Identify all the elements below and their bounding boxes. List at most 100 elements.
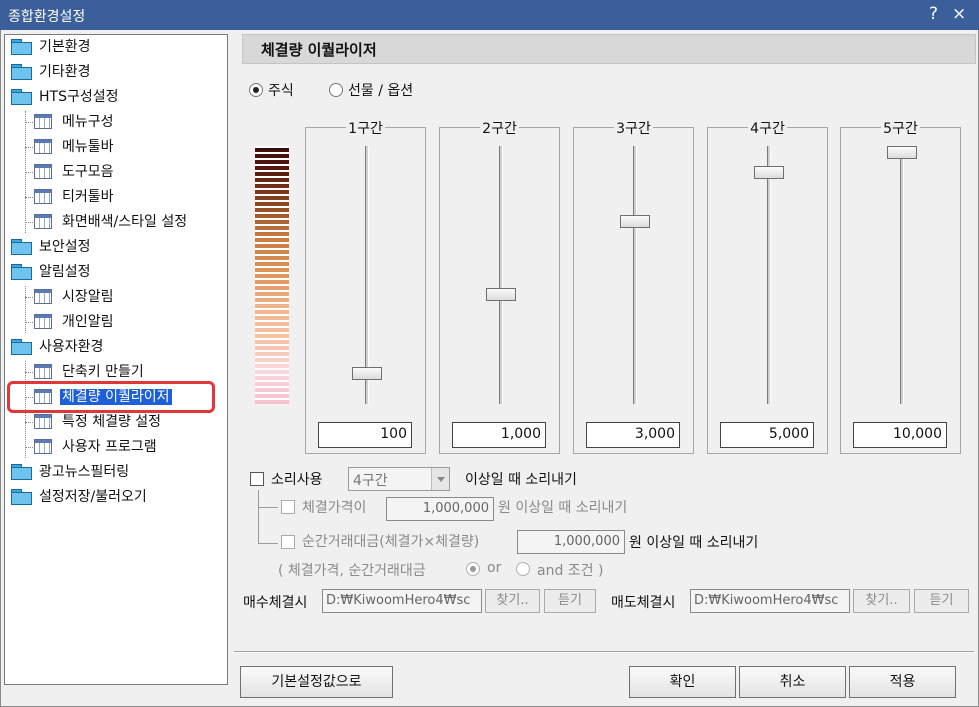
amount-sound-checkbox[interactable] (281, 535, 295, 549)
amount-suffix-label: 원 이상일 때 소리내기 (629, 535, 759, 551)
tree-item[interactable]: 화면배색/스타일 설정 (25, 211, 189, 233)
chevron-down-icon[interactable] (431, 468, 449, 490)
tree-item[interactable]: 기타환경 (11, 61, 93, 83)
section-value-input[interactable]: 100 (318, 422, 412, 448)
tree-item-label: HTS구성설정 (39, 89, 119, 105)
folder-icon (11, 489, 32, 505)
and-condition-radio[interactable] (516, 562, 530, 576)
tree-item[interactable]: 사용자환경 (11, 336, 105, 358)
panel-header: 체결량 이퀄라이저 (242, 34, 976, 64)
sell-listen-button[interactable]: 듣기 (914, 589, 969, 613)
tree-item[interactable]: 티커툴바 (25, 186, 116, 208)
tree-connector (258, 490, 278, 508)
tree-item[interactable]: 메뉴구성 (25, 111, 116, 133)
tree-item-label: 사용자 프로그램 (62, 439, 157, 455)
tree-item[interactable]: 메뉴툴바 (25, 136, 116, 158)
folder-icon (11, 239, 32, 255)
section-title: 4구간 (708, 118, 827, 138)
reset-defaults-button[interactable]: 기본설정값으로 (240, 666, 393, 698)
apply-button[interactable]: 적용 (849, 666, 956, 698)
tree-item[interactable]: 기본환경 (11, 36, 93, 58)
close-icon[interactable]: × (952, 4, 966, 24)
tree-item[interactable]: 체결량 이퀄라이저 (25, 386, 172, 408)
slider-thumb[interactable] (887, 146, 917, 159)
section-value-input[interactable]: 3,000 (586, 422, 680, 448)
buy-sound-label: 매수체결시 (243, 595, 308, 611)
tree-item-label: 설정저장/불러오기 (39, 489, 147, 505)
stock-radio[interactable] (249, 83, 263, 97)
sound-section-select[interactable]: 4구간 (348, 467, 450, 491)
folder-icon (11, 64, 32, 80)
sell-sound-label: 매도체결시 (611, 595, 676, 611)
ok-button[interactable]: 확인 (629, 666, 736, 698)
tree-item[interactable]: 도구모음 (25, 161, 116, 183)
stock-radio-label: 주식 (268, 83, 294, 99)
section-value-input[interactable]: 5,000 (720, 422, 814, 448)
page-icon (34, 164, 52, 179)
sound-suffix-label: 이상일 때 소리내기 (465, 472, 577, 488)
tree-item[interactable]: HTS구성설정 (11, 86, 121, 108)
sell-find-button[interactable]: 찾기.. (853, 589, 910, 613)
tree-item[interactable]: 단축키 만들기 (25, 361, 146, 383)
or-condition-label: or (487, 560, 502, 576)
section-group: 5구간 10,000 (840, 121, 961, 454)
page-icon (34, 189, 52, 204)
sound-use-checkbox[interactable] (250, 472, 264, 486)
sound-section-value: 4구간 (353, 473, 388, 489)
tree-connector (25, 322, 35, 323)
folder-icon (11, 39, 32, 55)
price-threshold-input[interactable]: 1,000,000 (386, 497, 494, 521)
tree-item[interactable]: 사용자 프로그램 (25, 436, 159, 458)
folder-icon (11, 339, 32, 355)
page-icon (34, 114, 52, 129)
tree-item[interactable]: 특정 체결량 설정 (25, 411, 163, 433)
slider-thumb[interactable] (754, 165, 784, 179)
tree-item[interactable]: 보안설정 (11, 236, 93, 258)
tree-item[interactable]: 광고뉴스필터링 (11, 461, 131, 483)
slider-track[interactable] (767, 146, 771, 404)
tree-item-label: 알림설정 (39, 264, 91, 280)
page-icon (34, 389, 52, 404)
slider-thumb[interactable] (486, 288, 516, 302)
page-icon (34, 314, 52, 329)
section-value-input[interactable]: 1,000 (452, 422, 546, 448)
slider-track[interactable] (499, 146, 503, 404)
cancel-button[interactable]: 취소 (739, 666, 846, 698)
footer-divider (234, 651, 974, 653)
folder-icon (11, 264, 32, 280)
price-sound-checkbox[interactable] (281, 500, 295, 514)
tree-item-label: 체결량 이퀄라이저 (60, 389, 172, 405)
slider-thumb[interactable] (620, 214, 650, 228)
folder-icon (11, 464, 32, 480)
slider-thumb[interactable] (352, 366, 382, 380)
slider-track[interactable] (633, 146, 637, 404)
tree-item-label: 티커툴바 (62, 189, 114, 205)
buy-sound-path-input[interactable]: D:₩KiwoomHero4₩sc (322, 589, 482, 613)
panel-title: 체결량 이퀄라이저 (261, 41, 377, 59)
tree-item[interactable]: 설정저장/불러오기 (11, 486, 149, 508)
slider-track[interactable] (900, 146, 904, 404)
tree-item[interactable]: 개인알림 (25, 311, 116, 333)
buy-find-button[interactable]: 찾기.. (485, 589, 540, 613)
slider-track[interactable] (365, 146, 369, 404)
futures-options-radio[interactable] (329, 83, 343, 97)
page-icon (34, 439, 52, 454)
futures-options-radio-label: 선물 / 옵션 (348, 83, 414, 99)
tree-item[interactable]: 시장알림 (25, 286, 116, 308)
sell-sound-path-input[interactable]: D:₩KiwoomHero4₩sc (690, 589, 850, 613)
or-condition-radio[interactable] (466, 562, 480, 576)
tree-connector (25, 297, 35, 298)
tree-item-label: 특정 체결량 설정 (62, 414, 162, 430)
tree-connector (25, 172, 35, 173)
section-title-text: 1구간 (346, 121, 385, 137)
section-value-input[interactable]: 10,000 (853, 422, 947, 448)
buy-listen-button[interactable]: 듣기 (544, 589, 596, 613)
price-sound-label: 체결가격이 (302, 500, 367, 516)
tree-connector (25, 122, 35, 123)
tree-item[interactable]: 알림설정 (11, 261, 93, 283)
amount-sound-label: 순간거래대금(체결가×체결량) (302, 534, 480, 550)
amount-threshold-input[interactable]: 1,000,000 (517, 530, 625, 554)
help-icon[interactable]: ? (929, 4, 938, 24)
page-icon (34, 289, 52, 304)
title-bar: 종합환경설정 ? × (0, 0, 979, 30)
